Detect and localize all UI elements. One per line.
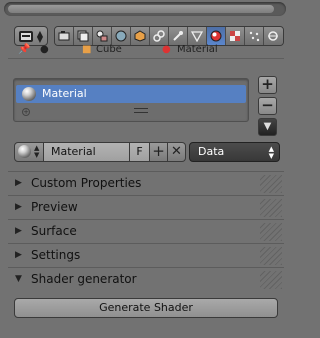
link-dropdown-value: Data xyxy=(198,145,225,158)
scrollbar-track[interactable] xyxy=(4,2,286,16)
scene-icon xyxy=(96,30,108,42)
remove-slot-button[interactable]: − xyxy=(258,97,277,115)
tab-material[interactable] xyxy=(207,27,226,45)
add-slot-button[interactable]: + xyxy=(258,76,277,94)
texture-icon xyxy=(230,31,240,41)
panel-title: Settings xyxy=(31,248,81,262)
collapsed-triangle-icon: ▶ xyxy=(15,178,22,188)
unlink-material-button[interactable]: ✕ xyxy=(168,142,186,162)
material-slot-list[interactable]: Material + xyxy=(13,78,249,122)
panel-custom-properties[interactable]: ▶ Custom Properties xyxy=(8,171,284,195)
physics-icon xyxy=(268,31,278,41)
expanded-triangle-icon: ▼ xyxy=(15,274,22,284)
tab-modifiers[interactable] xyxy=(169,27,188,45)
drag-handle[interactable] xyxy=(260,175,282,193)
panel-title: Shader generator xyxy=(31,272,137,286)
collapsed-triangle-icon: ▶ xyxy=(15,226,22,236)
tab-render-layers[interactable] xyxy=(74,27,93,45)
material-small-icon: ● xyxy=(162,44,171,55)
material-browse-button[interactable]: ▲ ▼ xyxy=(14,142,44,162)
context-tabs xyxy=(54,26,284,46)
link-dropdown[interactable]: Data ▲ ▼ xyxy=(189,142,280,162)
scrollbar-thumb[interactable] xyxy=(7,4,275,14)
material-sphere-icon xyxy=(18,145,31,158)
panel-divider xyxy=(8,58,284,62)
material-icon xyxy=(210,30,222,42)
panel-title: Custom Properties xyxy=(31,176,142,190)
material-slot-label: Material xyxy=(42,87,87,100)
breadcrumb-object: Cube xyxy=(96,44,122,55)
list-item[interactable]: Material xyxy=(16,85,246,103)
top-scrollbar[interactable] xyxy=(0,0,288,22)
generate-shader-button[interactable]: Generate Shader xyxy=(14,298,278,318)
modifiers-icon xyxy=(173,31,183,41)
scene-small-icon: ● xyxy=(40,44,49,55)
tab-physics[interactable] xyxy=(264,27,283,45)
context-breadcrumb: 📌 ● ■ Cube ● Material xyxy=(0,44,288,58)
list-filter-icon[interactable]: + xyxy=(22,108,30,116)
drag-handle[interactable] xyxy=(260,199,282,217)
panel-title: Surface xyxy=(31,224,77,238)
drag-handle[interactable] xyxy=(260,247,282,265)
pin-icon[interactable]: 📌 xyxy=(18,44,30,55)
material-sphere-icon xyxy=(22,87,36,101)
editor-type-selector[interactable]: ▲ ▼ xyxy=(14,26,48,46)
chevron-updown-icon: ▲ ▼ xyxy=(268,145,274,160)
panel-settings[interactable]: ▶ Settings xyxy=(8,243,284,267)
chevron-updown-icon: ▲ ▼ xyxy=(34,144,40,159)
material-datablock-row: ▲ ▼ Material F + ✕ Data ▲ ▼ xyxy=(14,142,280,162)
list-resize-grip[interactable] xyxy=(134,108,148,113)
render-layers-icon xyxy=(77,30,89,42)
tab-data[interactable] xyxy=(188,27,207,45)
panel-shader-generator[interactable]: ▼ Shader generator xyxy=(8,267,284,291)
data-icon xyxy=(191,31,203,42)
cube-object-icon: ■ xyxy=(82,44,92,55)
collapsed-triangle-icon: ▶ xyxy=(15,202,22,212)
new-material-button[interactable]: + xyxy=(150,142,168,162)
material-name-field[interactable]: Material xyxy=(44,142,130,162)
particles-icon xyxy=(249,31,260,42)
panel-title: Preview xyxy=(31,200,78,214)
tab-scene[interactable] xyxy=(93,27,112,45)
drag-handle[interactable] xyxy=(260,271,282,289)
properties-editor-icon xyxy=(19,31,33,42)
drag-handle[interactable] xyxy=(260,223,282,241)
render-icon xyxy=(58,31,70,41)
tab-world[interactable] xyxy=(112,27,131,45)
tab-texture[interactable] xyxy=(226,27,245,45)
tab-particles[interactable] xyxy=(245,27,264,45)
tab-object[interactable] xyxy=(131,27,150,45)
tab-constraints[interactable] xyxy=(150,27,169,45)
fake-user-button[interactable]: F xyxy=(130,142,150,162)
object-icon xyxy=(134,30,146,42)
tab-render[interactable] xyxy=(55,27,74,45)
collapsed-triangle-icon: ▶ xyxy=(15,250,22,260)
constraints-icon xyxy=(153,30,165,42)
chevron-updown-icon: ▲ ▼ xyxy=(36,29,43,44)
panel-surface[interactable]: ▶ Surface xyxy=(8,219,284,243)
slot-side-buttons: + − ▼ xyxy=(258,76,277,136)
panel-preview[interactable]: ▶ Preview xyxy=(8,195,284,219)
world-icon xyxy=(115,30,127,42)
slot-specials-button[interactable]: ▼ xyxy=(258,118,277,136)
breadcrumb-material: Material xyxy=(177,44,218,55)
